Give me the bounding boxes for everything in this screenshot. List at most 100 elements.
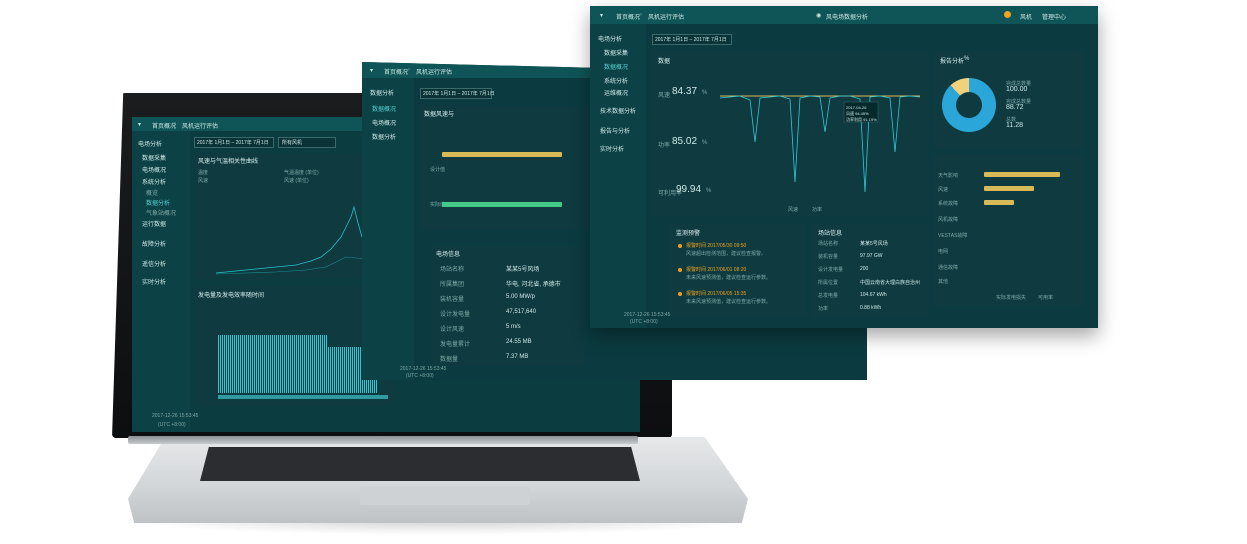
bar-series (218, 335, 328, 393)
bar-label: 风机故障 (938, 217, 959, 223)
breadcrumb-sep-icon: › (174, 121, 176, 127)
sidebar-item[interactable]: 运维概况 (604, 88, 628, 97)
laptop-keyboard (200, 447, 640, 481)
warning-icon (678, 244, 682, 248)
panel-title: 数据风速与 (424, 112, 455, 118)
sidebar-item[interactable]: 系统分析 (604, 76, 628, 85)
breadcrumb-item[interactable]: 首页概况 (616, 12, 640, 21)
info-value: 某某5号风场 (860, 241, 888, 247)
sidebar-item[interactable]: 运行数据 (142, 219, 166, 228)
breadcrumb-item[interactable]: 首页概况 (152, 121, 176, 130)
sidebar-subitem-active[interactable]: 数据分析 (146, 198, 170, 207)
bar-label: 通信故障 (938, 265, 959, 271)
breadcrumb-item[interactable]: 首页概况 (384, 67, 408, 76)
timestamp: 2017-12-26 15:53:45 (624, 312, 671, 318)
info-value: 5.00 MW/p (506, 294, 536, 300)
chart-panel-1: 风速与气温相关性曲线 温度 风速 气温温度 (单位) 风速 (单位) (194, 153, 374, 279)
stat-value: 100.00 (1006, 86, 1028, 93)
breadcrumb-item[interactable]: 风机运行评估 (648, 12, 684, 21)
sidebar-item[interactable]: 数据分析 (372, 132, 396, 141)
sidebar-item[interactable]: 数据分析 (370, 88, 394, 97)
info-key: 设计发电量 (818, 267, 844, 273)
info-key: 场站名称 (818, 241, 839, 247)
kpi-label: 功率 (658, 143, 671, 149)
sidebar-item[interactable]: 遥信分析 (142, 259, 166, 268)
date-range-value: 2017年 1月1日 – 2017年 7月1日 (197, 140, 269, 146)
warning-time: 报警时间 2017/06/05 15:35 (686, 291, 747, 297)
sidebar-item-active[interactable]: 数据概况 (372, 104, 396, 113)
design-value-bar (442, 152, 562, 157)
sidebar-item[interactable]: 电场概况 (142, 165, 166, 174)
warning-text: 未来风速预测值，建议检查运行参数。 (686, 275, 772, 281)
kpi-value: 99.94 (676, 184, 702, 195)
menu-icon[interactable]: ▾ (600, 12, 603, 19)
info-key: 设计发电量 (440, 312, 471, 318)
legend-value: 气温温度 (单位) (284, 170, 319, 176)
sidebar-item[interactable]: 技术数据分析 (600, 106, 636, 115)
sidebar-item[interactable]: 实时分析 (600, 144, 624, 153)
pie-select[interactable]: % (964, 56, 969, 62)
time-scrollbar[interactable] (218, 395, 388, 399)
menu-icon[interactable]: ▾ (138, 121, 141, 128)
user-menu[interactable]: 管理中心 (1042, 12, 1066, 21)
user-name[interactable]: 风机 (1020, 12, 1032, 21)
kpi-chart-panel: 数据 风速 84.37 % 功率 85.02 % 可利用率 99.94 % 20… (652, 52, 928, 216)
info-value: 47,517,640 (506, 309, 537, 315)
date-range-value: 2017年 1月1日 – 2017年 7月1日 (655, 37, 727, 43)
sidebar-item[interactable]: 电场分析 (598, 34, 622, 43)
warning-panel: 监测预警 报警时间 2017/05/30 09:50 风速超出检测范围，建议检查… (670, 224, 806, 316)
date-range-picker[interactable]: 2017年 1月1日 – 2017年 7月1日 (420, 88, 495, 99)
hbar (984, 200, 1014, 205)
stat-value: 11.28 (1006, 122, 1023, 129)
menu-icon[interactable]: ▾ (370, 67, 373, 74)
sidebar-item[interactable]: 系统分析 (142, 177, 166, 186)
info-key: 设计风速 (440, 327, 465, 333)
info-key: 场站名称 (440, 267, 465, 273)
info-value: 0.88 kWh (860, 305, 882, 311)
sidebar-item-active[interactable]: 数据概况 (604, 62, 628, 71)
panel-title: 电场信息 (436, 252, 461, 258)
sidebar-item[interactable]: 数据采集 (604, 48, 628, 57)
app-logo: 风电场数据分析 (826, 15, 869, 21)
turbine-select[interactable]: 所有风机 (278, 137, 336, 148)
date-range-picker[interactable]: 2017年 1月1日 – 2017年 7月1日 (194, 137, 274, 148)
bar-label: 风速 (938, 187, 949, 193)
donut-chart (942, 78, 996, 132)
sidebar-subitem[interactable]: 气象站概况 (146, 208, 176, 217)
actual-value-bar (442, 202, 562, 207)
info-value: 24.55 MB (506, 339, 532, 345)
breadcrumb-item[interactable]: 风机运行评估 (182, 121, 218, 130)
kpi-value: 85.02 (672, 136, 698, 147)
info-key: 所属位置 (818, 280, 839, 286)
info-key: 装机容量 (818, 254, 839, 260)
bar-label: 设计值 (430, 167, 446, 173)
sidebar-item[interactable]: 实时分析 (142, 277, 166, 286)
panel-title: 场站信息 (818, 231, 843, 237)
legend-item: 实际发电损失 (996, 295, 1027, 301)
date-range-value: 2017年 1月1日 – 2017年 7月1日 (423, 91, 495, 97)
sidebar-item[interactable]: 数据采集 (142, 153, 166, 162)
site-info-panel: 场站信息 场站名称 某某5号风场 装机容量 97.97 GW 设计发电量 200… (812, 224, 928, 316)
sidebar-item[interactable]: 故障分析 (142, 239, 166, 248)
legend-item: 功率 (812, 207, 823, 213)
timezone: (UTC +8:00) (406, 373, 434, 379)
logo-icon: ◉ (816, 13, 822, 19)
sidebar-item[interactable]: 电场分析 (138, 139, 162, 148)
kpi-label: 风速 (658, 93, 671, 99)
breadcrumb-sep-icon: › (640, 12, 642, 18)
pie-panel: 报告分析 % 完成总数量 100.00 完成总数量 88.72 总数 11.28 (934, 52, 1084, 148)
sidebar-item[interactable]: 电场概况 (372, 118, 396, 127)
info-value: 104.67 kWh (860, 292, 887, 298)
info-value: 中国云南省大理白族自治州 (860, 280, 921, 286)
breadcrumb-item[interactable]: 风机运行评估 (416, 67, 452, 76)
info-key: 发电量累计 (440, 342, 471, 348)
info-value: 200 (860, 266, 869, 272)
tooltip-line: 功率利用 91.19% (846, 117, 877, 122)
bell-icon[interactable] (1004, 11, 1011, 18)
date-range-picker[interactable]: 2017年 1月1日 – 2017年 7月1日 (652, 34, 732, 45)
sidebar-item[interactable]: 报告与分析 (600, 126, 630, 135)
floating-screen-3: ▾ 首页概况 › 风机运行评估 ◉ 风电场数据分析 风机 管理中心 电场分析 数… (590, 6, 1098, 328)
info-key: 所属集团 (440, 282, 465, 288)
sidebar-subitem[interactable]: 概览 (146, 188, 158, 197)
warning-icon (678, 292, 682, 296)
